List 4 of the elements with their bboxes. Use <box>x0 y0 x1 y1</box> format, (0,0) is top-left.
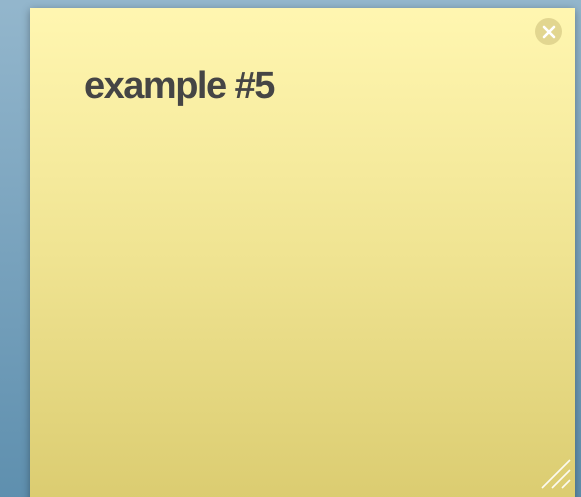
close-button[interactable] <box>535 18 562 45</box>
close-icon <box>542 24 556 38</box>
resize-grip-icon[interactable] <box>540 458 572 490</box>
note-title: example #5 <box>84 64 274 109</box>
